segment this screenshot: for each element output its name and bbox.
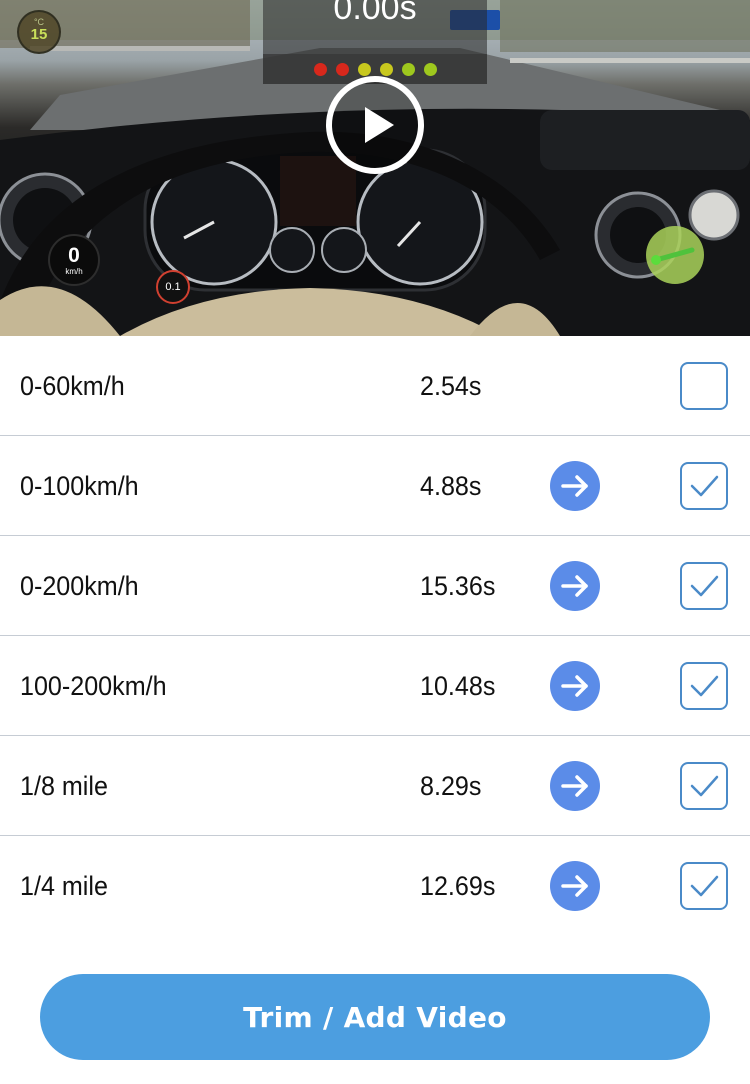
result-label: 1/4 mile xyxy=(20,871,108,901)
go-to-segment-button[interactable] xyxy=(550,561,600,611)
arrow-right-icon xyxy=(561,875,588,897)
result-time: 15.36s xyxy=(420,571,496,601)
arrow-right-icon xyxy=(561,475,588,497)
result-row: 1/8 mile 8.29s xyxy=(0,736,750,836)
results-list: 0-60km/h 2.54s 0-100km/h 4.88s 0-200km/h 15.3… xyxy=(0,336,750,914)
result-label: 100-200km/h xyxy=(20,671,167,701)
result-row: 0-100km/h 4.88s xyxy=(0,436,750,536)
result-label: 0-200km/h xyxy=(20,571,139,601)
result-row: 0-200km/h 15.36s xyxy=(0,536,750,636)
speed-value: 0 xyxy=(68,244,80,267)
go-to-segment-button[interactable] xyxy=(550,861,600,911)
result-time: 12.69s xyxy=(420,871,496,901)
arrow-right-icon xyxy=(561,775,588,797)
checkmark-icon xyxy=(690,675,719,697)
arrow-right-icon xyxy=(561,675,588,697)
result-time: 8.29s xyxy=(420,771,482,801)
go-to-segment-button[interactable] xyxy=(550,461,600,511)
go-to-segment-button[interactable] xyxy=(550,661,600,711)
result-time: 4.88s xyxy=(420,471,482,501)
arrow-right-icon xyxy=(561,575,588,597)
start-light xyxy=(401,62,415,76)
include-checkbox[interactable] xyxy=(680,362,728,410)
speed-unit: km/h xyxy=(65,267,83,276)
result-time: 2.54s xyxy=(420,371,482,401)
result-label: 0-100km/h xyxy=(20,471,139,501)
include-checkbox[interactable] xyxy=(680,562,728,610)
result-row: 0-60km/h 2.54s xyxy=(0,336,750,436)
speed-badge: 0 km/h xyxy=(48,234,100,286)
start-light xyxy=(423,62,437,76)
g-force-value: 0.1 xyxy=(165,281,181,293)
checkmark-icon xyxy=(690,575,719,597)
result-row: 1/4 mile 12.69s xyxy=(0,836,750,914)
temperature-value: 15 xyxy=(30,26,48,43)
result-label: 0-60km/h xyxy=(20,371,125,401)
include-checkbox[interactable] xyxy=(680,762,728,810)
include-checkbox[interactable] xyxy=(680,662,728,710)
result-time: 10.48s xyxy=(420,671,496,701)
start-light xyxy=(335,62,349,76)
timer-value: 0.00s xyxy=(333,0,417,27)
result-row: 100-200km/h 10.48s xyxy=(0,636,750,736)
g-meter-icon xyxy=(651,247,695,265)
g-force-badge: 0.1 xyxy=(156,270,190,304)
start-light xyxy=(379,62,393,76)
result-label: 1/8 mile xyxy=(20,771,108,801)
checkmark-icon xyxy=(690,475,719,497)
start-light xyxy=(357,62,371,76)
include-checkbox[interactable] xyxy=(680,862,728,910)
g-meter-badge xyxy=(646,226,704,284)
checkmark-icon xyxy=(690,775,719,797)
go-to-segment-button[interactable] xyxy=(550,761,600,811)
play-button[interactable] xyxy=(326,76,424,174)
play-icon xyxy=(365,107,394,143)
video-player[interactable]: °C 15 0.00s 0 km/h 0.1 xyxy=(0,0,750,336)
include-checkbox[interactable] xyxy=(680,462,728,510)
start-light xyxy=(313,62,327,76)
temperature-badge: °C 15 xyxy=(17,10,61,54)
trim-add-video-button[interactable]: Trim / Add Video xyxy=(40,974,710,1060)
checkmark-icon xyxy=(690,875,719,897)
